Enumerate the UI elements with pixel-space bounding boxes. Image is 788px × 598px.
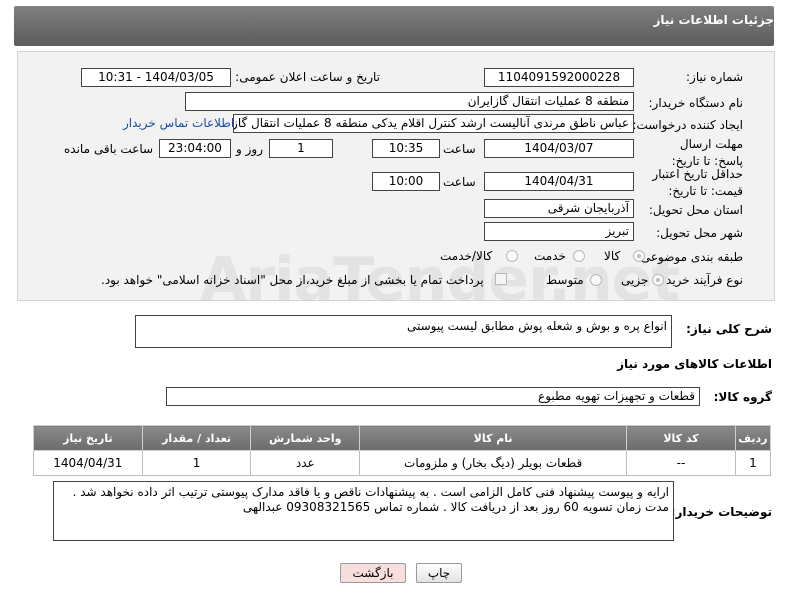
deadline-date-field: 1404/03/07 (484, 139, 634, 158)
category-option-goods-service: کالا/خدمت (440, 249, 493, 263)
col-header-quantity: تعداد / مقدار (141, 425, 252, 451)
print-button[interactable]: چاپ (416, 563, 462, 583)
cell-quantity: 1 (141, 450, 252, 476)
province-field: آذربایجان شرقی (484, 199, 634, 218)
col-header-row-number: ردیف (734, 425, 772, 451)
city-field: تبریز (484, 222, 634, 241)
province-label: استان محل تحویل: (648, 203, 743, 217)
price-validity-time-field: 10:00 (372, 172, 440, 191)
cell-need-date: 1404/04/31 (33, 450, 143, 476)
need-number-label: شماره نیاز: (686, 70, 743, 84)
summary-label: شرح کلی نیاز: (686, 322, 772, 336)
cell-item-code: -- (626, 450, 736, 476)
process-type-label: نوع فرآیند خرید : (658, 273, 743, 287)
treasury-checkbox-label: پرداخت تمام یا بخشی از مبلغ خرید،از محل … (101, 273, 484, 287)
cell-item-name: قطعات بویلر (دیگ بخار) و ملزومات (359, 450, 628, 476)
announce-datetime-label: تاریخ و ساعت اعلان عمومی: (235, 70, 380, 84)
goods-group-label: گروه کالا: (713, 390, 772, 404)
city-label: شهر محل تحویل: (656, 226, 743, 240)
goods-section-title: اطلاعات کالاهای مورد نیاز (617, 357, 772, 371)
price-validity-date-field: 1404/04/31 (484, 172, 634, 191)
remaining-time-label: ساعت باقی مانده (64, 142, 154, 156)
deadline-time-label: ساعت (443, 142, 476, 156)
requester-field: عباس ناطق مرندی آنالیست ارشد کنترل اقلام… (233, 114, 634, 133)
category-radio-service[interactable] (573, 250, 585, 262)
buyer-notes-textarea: ارایه و پیوست پیشنهاد فنی کامل الزامی اس… (53, 481, 674, 541)
buyer-org-field: منطقه 8 عملیات انتقال گازایران (185, 92, 634, 111)
price-validity-label: حداقل تاریخ اعتبار قیمت: تا تاریخ: (652, 167, 743, 198)
deadline-days-label: روز و (236, 142, 263, 156)
category-radio-goods[interactable] (633, 250, 645, 262)
process-radio-medium[interactable] (590, 274, 602, 286)
announce-datetime-field: 1404/03/05 - 10:31 (81, 68, 231, 87)
price-validity-time-label: ساعت (443, 175, 476, 189)
col-header-item-name: نام کالا (359, 425, 628, 451)
col-header-item-code: کد کالا (626, 425, 736, 451)
goods-group-field: قطعات و تجهیزات تهویه مطبوع (166, 387, 700, 406)
buyer-org-label: نام دستگاه خریدار: (648, 96, 744, 110)
col-header-need-date: تاریخ نیاز (33, 425, 143, 451)
deadline-time-field: 10:35 (372, 139, 440, 158)
process-radio-minor[interactable] (652, 274, 664, 286)
summary-textarea: انواع پره و بوش و شعله پوش مطابق لیست پی… (135, 315, 672, 348)
buyer-notes-label: توضیحات خریدار: (670, 505, 772, 519)
col-header-unit: واحد شمارش (250, 425, 361, 451)
category-label: طبقه بندی موضوعی: (636, 250, 743, 264)
back-button[interactable]: بازگشت (340, 563, 406, 583)
table-header-row: ردیف کد کالا نام کالا واحد شمارش تعداد /… (33, 425, 772, 451)
goods-table: ردیف کد کالا نام کالا واحد شمارش تعداد /… (33, 425, 772, 476)
deadline-days-field: 1 (269, 139, 333, 158)
requester-label: ایجاد کننده درخواست: (632, 118, 743, 132)
buyer-contact-link[interactable]: اطلاعات تماس خریدار (123, 116, 234, 130)
category-option-goods: کالا (604, 249, 621, 263)
remaining-time-field: 23:04:00 (159, 139, 231, 158)
treasury-checkbox[interactable] (495, 273, 507, 285)
category-option-service: خدمت (534, 249, 566, 263)
cell-row-number: 1 (734, 450, 772, 476)
table-row: 1 -- قطعات بویلر (دیگ بخار) و ملزومات عد… (33, 450, 772, 476)
cell-unit: عدد (250, 450, 361, 476)
deadline-label: مهلت ارسال پاسخ: تا تاریخ: (671, 137, 743, 168)
process-option-minor: جزیی (621, 273, 649, 287)
page-title: جزئیات اطلاعات نیاز (653, 13, 774, 27)
need-number-field: 1104091592000228 (484, 68, 634, 87)
category-radio-goods-service[interactable] (506, 250, 518, 262)
process-option-medium: متوسط (546, 273, 584, 287)
